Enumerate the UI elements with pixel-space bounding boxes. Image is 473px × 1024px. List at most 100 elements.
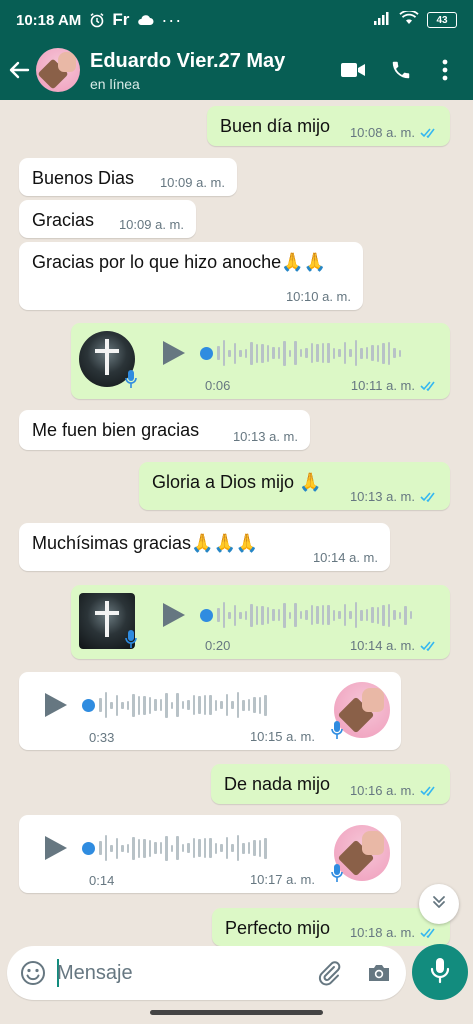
mic-badge-icon: [331, 720, 343, 745]
message-time: 10:15 a. m.: [249, 729, 315, 744]
waveform-bar: [305, 610, 308, 620]
waveform-bar: [121, 844, 124, 852]
chat-area[interactable]: Buen día mijo 10:08 a. m. Buenos Dias 10…: [0, 100, 473, 946]
message-incoming[interactable]: Gracias por lo que hizo anoche🙏🙏 10:10 a…: [19, 242, 363, 310]
message-time: 10:09 a. m.: [118, 217, 184, 232]
mic-badge-icon: [331, 863, 343, 888]
waveform-bar: [247, 842, 250, 854]
playback-dot[interactable]: [82, 699, 95, 712]
waveform-bar: [170, 701, 173, 709]
waveform-bar: [231, 844, 234, 852]
waveform-bar: [349, 349, 352, 357]
play-icon[interactable]: [45, 693, 67, 717]
voice-message-outgoing[interactable]: 0:20 10:14 a. m.: [71, 585, 450, 659]
contact-info[interactable]: Eduardo Vier.27 May en línea: [90, 49, 331, 92]
waveform-bar: [239, 349, 242, 357]
message-incoming[interactable]: Me fuen bien gracias 10:13 a. m.: [19, 410, 310, 450]
waveform-bar: [220, 844, 223, 852]
chat-header: Eduardo Vier.27 May en línea: [0, 40, 473, 100]
waveform-bar: [327, 343, 330, 363]
message-input[interactable]: [57, 954, 297, 992]
message-time: 10:16 a. m.: [349, 783, 415, 798]
message-text: De nada mijo: [224, 774, 331, 794]
waveform-bar: [393, 348, 396, 358]
message-outgoing[interactable]: Gloria a Dios mijo 🙏 10:13 a. m.: [139, 462, 450, 510]
waveform-bar: [327, 605, 330, 625]
waveform-bar: [126, 700, 129, 710]
waveform-bar: [277, 609, 280, 621]
status-time: 10:18 AM: [16, 11, 82, 29]
scroll-to-bottom-button[interactable]: [419, 884, 459, 924]
voice-record-button[interactable]: [412, 944, 468, 1000]
waveform-bar: [115, 837, 118, 859]
message-outgoing[interactable]: De nada mijo 10:16 a. m.: [211, 764, 450, 804]
waveform-bar: [176, 693, 179, 717]
waveform-bar: [165, 692, 168, 718]
more-options-icon[interactable]: [423, 48, 467, 92]
waveform-bar: [187, 843, 190, 853]
waveform-bar: [264, 837, 267, 859]
back-arrow-icon[interactable]: [2, 48, 36, 92]
waveform-bar: [209, 695, 212, 715]
waveform-bar: [104, 835, 107, 861]
message-text: Gloria a Dios mijo 🙏: [152, 472, 322, 492]
waveform-bar: [272, 609, 275, 621]
waveform-bar: [137, 838, 140, 858]
waveform-bar: [398, 611, 401, 619]
playback-dot[interactable]: [200, 609, 213, 622]
waveform: [217, 598, 412, 632]
message-incoming[interactable]: Muchísimas gracias🙏🙏🙏 10:14 a. m.: [19, 523, 390, 571]
waveform-bar: [198, 696, 201, 714]
playback-dot[interactable]: [200, 347, 213, 360]
waveform-bar: [398, 349, 401, 357]
waveform-bar: [288, 349, 291, 357]
waveform-bar: [247, 699, 250, 711]
message-incoming[interactable]: Gracias 10:09 a. m.: [19, 200, 196, 238]
waveform-bar: [376, 606, 379, 624]
attach-icon[interactable]: [315, 959, 343, 987]
message-time: 10:10 a. m.: [285, 289, 351, 304]
waveform-bar: [99, 698, 102, 712]
waveform-bar: [132, 693, 135, 717]
waveform-bar: [236, 835, 239, 861]
waveform-bar: [387, 603, 390, 627]
play-icon[interactable]: [163, 341, 185, 365]
message-outgoing[interactable]: Perfecto mijo 10:18 a. m.: [212, 908, 450, 946]
message-text: Me fuen bien gracias: [32, 420, 200, 440]
contact-avatar[interactable]: [36, 48, 80, 92]
waveform-bar: [365, 347, 368, 359]
read-ticks-icon: [420, 640, 438, 651]
waveform-bar: [242, 842, 245, 854]
home-indicator: [150, 1010, 323, 1015]
waveform-bar: [299, 611, 302, 619]
emoji-icon[interactable]: [19, 959, 47, 987]
message-text: Gracias: [32, 210, 95, 230]
waveform-bar: [261, 605, 264, 625]
waveform: [217, 336, 401, 370]
playback-dot[interactable]: [82, 842, 95, 855]
voice-message-outgoing[interactable]: 0:06 10:11 a. m.: [71, 323, 450, 399]
mic-badge-icon: [125, 629, 137, 654]
video-call-icon[interactable]: [331, 48, 375, 92]
camera-icon[interactable]: [365, 959, 393, 987]
message-text: Perfecto mijo: [225, 918, 331, 938]
message-outgoing[interactable]: Buen día mijo 10:08 a. m.: [207, 106, 450, 146]
voice-message-incoming[interactable]: 0:33 10:15 a. m.: [19, 672, 401, 750]
message-time: 10:11 a. m.: [350, 378, 415, 393]
phone-icon[interactable]: [379, 48, 423, 92]
contact-presence: en línea: [90, 75, 140, 92]
waveform-bar: [110, 701, 113, 709]
play-icon[interactable]: [45, 836, 67, 860]
waveform-bar: [217, 346, 220, 360]
message-input-container[interactable]: [7, 946, 406, 1000]
waveform-bar: [283, 602, 286, 628]
voice-message-incoming[interactable]: 0:14 10:17 a. m.: [19, 815, 401, 893]
waveform-bar: [305, 348, 308, 358]
cloud-icon: [136, 14, 154, 26]
waveform-bar: [126, 843, 129, 853]
contact-name: Eduardo Vier.27 May: [90, 49, 286, 72]
waveform-bar: [137, 695, 140, 715]
play-icon[interactable]: [163, 603, 185, 627]
message-incoming[interactable]: Buenos Dias 10:09 a. m.: [19, 158, 237, 196]
waveform-bar: [143, 695, 146, 715]
